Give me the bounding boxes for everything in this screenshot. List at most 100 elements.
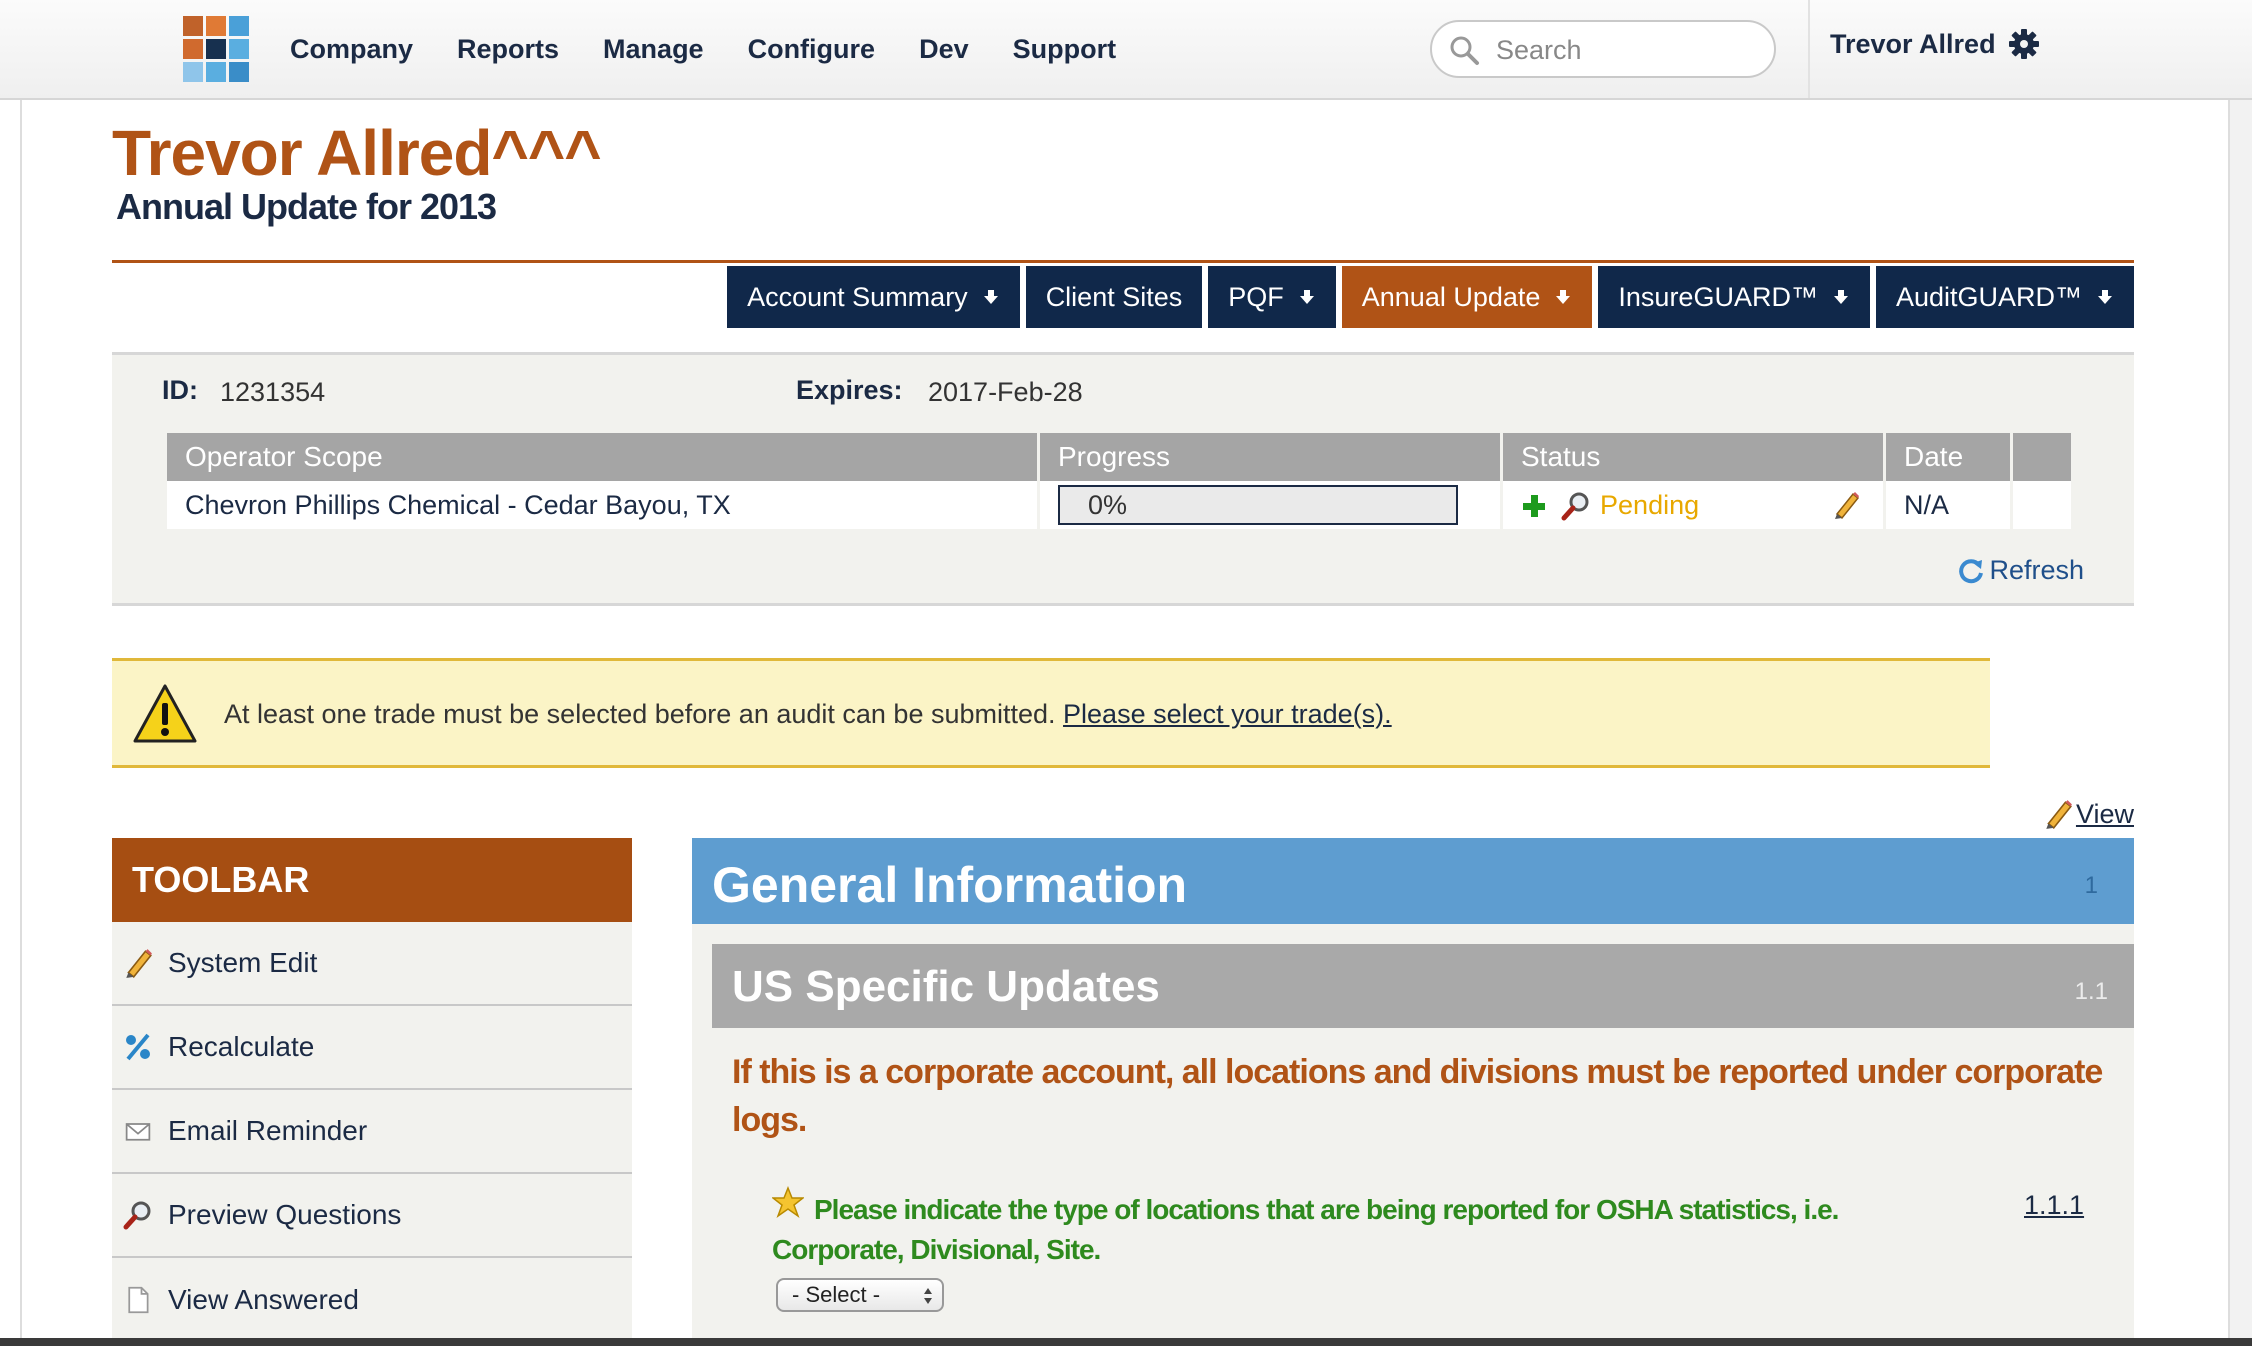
corporate-account-note: If this is a corporate account, all loca…	[732, 1053, 2103, 1139]
bottom-edge	[0, 1338, 2252, 1346]
gear-icon[interactable]	[2008, 28, 2040, 60]
nav-dev[interactable]: Dev	[919, 34, 969, 65]
tab-label: Annual Update	[1361, 281, 1541, 312]
user-menu[interactable]: Trevor Allred	[1830, 28, 2040, 60]
nav-support[interactable]: Support	[1013, 34, 1116, 65]
question-text: Please indicate the type of locations th…	[772, 1194, 1839, 1265]
question-number-link[interactable]: 1.1.1	[2024, 1190, 2084, 1221]
user-name: Trevor Allred	[1830, 28, 1996, 59]
app-logo[interactable]	[183, 16, 249, 82]
toolbar-item-label: View Answered	[168, 1284, 359, 1315]
arrow-down-icon	[983, 290, 998, 304]
percent-icon	[126, 1033, 150, 1061]
select-trades-link[interactable]: Please select your trade(s).	[1063, 699, 1392, 729]
audit-tabs: Account Summary Client Sites PQF Annual …	[721, 266, 2134, 328]
progress-cell: 0%	[1040, 481, 1500, 529]
section-number: 1	[2084, 872, 2098, 899]
star-icon	[772, 1186, 804, 1218]
column-header-progress: Progress	[1040, 433, 1500, 481]
toolbar-item-label: Preview Questions	[168, 1199, 402, 1230]
toolbar-item-email-reminder[interactable]: Email Reminder	[112, 1090, 632, 1174]
progress-bar: 0%	[1058, 485, 1458, 525]
search-icon	[1450, 36, 1479, 65]
expires-label: Expires:	[796, 375, 903, 405]
tab-annual-update[interactable]: Annual Update	[1341, 266, 1593, 328]
subsection-header-us-specific-updates: US Specific Updates 1.1	[712, 944, 2134, 1028]
location-type-select[interactable]: - Select -	[776, 1278, 944, 1312]
warning-text: At least one trade must be selected befo…	[224, 699, 1056, 729]
tab-label: Account Summary	[747, 281, 968, 312]
page-title: Trevor Allred^^^	[112, 117, 602, 189]
document-icon	[128, 1286, 149, 1314]
tab-label: InsureGUARD™	[1618, 281, 1818, 312]
subsection-number: 1.1	[2074, 978, 2108, 1005]
status-cell: Pending	[1503, 481, 1883, 529]
warning-message: At least one trade must be selected befo…	[224, 699, 1392, 730]
toolbar-item-label: Recalculate	[168, 1031, 315, 1062]
nav-manage[interactable]: Manage	[603, 34, 704, 65]
column-header-status: Status	[1503, 433, 1883, 481]
warning-icon	[133, 684, 197, 743]
id-value: 1231354	[220, 377, 326, 407]
nav-configure[interactable]: Configure	[748, 34, 876, 65]
subsection-title: US Specific Updates	[732, 962, 1160, 1011]
updown-arrows-icon	[924, 1288, 932, 1304]
toolbar-item-label: System Edit	[168, 947, 318, 978]
column-header-date: Date	[1886, 433, 2010, 481]
view-label: View	[2075, 798, 2134, 829]
toolbar-item-system-edit[interactable]: System Edit	[112, 922, 632, 1006]
table-header-row: Operator Scope Progress Status Date	[167, 433, 2071, 481]
search-input[interactable]	[1494, 28, 1758, 72]
tab-account-summary[interactable]: Account Summary	[727, 266, 1020, 328]
plus-icon[interactable]	[1521, 493, 1547, 519]
section-title: General Information	[712, 857, 1188, 913]
id-label: ID:	[162, 375, 198, 405]
tab-label: PQF	[1228, 281, 1284, 312]
refresh-link[interactable]: Refresh	[1957, 555, 2084, 586]
select-value: - Select -	[792, 1282, 881, 1307]
arrow-down-icon	[1299, 290, 1314, 304]
toolbar-item-recalculate[interactable]: Recalculate	[112, 1006, 632, 1090]
refresh-icon	[1959, 558, 1984, 583]
nav-divider	[1808, 0, 1810, 98]
expires-value: 2017-Feb-28	[928, 377, 1083, 407]
pencil-icon	[2046, 800, 2072, 829]
status-pending[interactable]: Pending	[1600, 490, 1699, 520]
nav-company[interactable]: Company	[290, 34, 413, 65]
toolbar-panel: TOOLBAR System Edit Recalculate Email Re…	[112, 838, 632, 1342]
date-cell: N/A	[1886, 481, 2010, 529]
page-frame-left	[20, 100, 22, 1340]
tab-pqf[interactable]: PQF	[1208, 266, 1336, 328]
page-scrollbar[interactable]	[2228, 100, 2252, 1340]
toolbar-title: TOOLBAR	[112, 838, 632, 922]
tab-auditguard[interactable]: AuditGUARD™	[1875, 266, 2134, 328]
column-header-empty	[2013, 433, 2071, 481]
toolbar-item-label: Email Reminder	[168, 1115, 368, 1146]
arrow-down-icon	[1833, 290, 1848, 304]
pencil-icon	[126, 949, 152, 978]
top-navigation-bar: Company Reports Manage Configure Dev Sup…	[0, 0, 2252, 100]
nav-reports[interactable]: Reports	[457, 34, 559, 65]
column-header-operator-scope: Operator Scope	[167, 433, 1037, 481]
warning-banner: At least one trade must be selected befo…	[112, 658, 1990, 768]
magnifier-icon	[123, 1201, 151, 1230]
table-row: Chevron Phillips Chemical - Cedar Bayou,…	[167, 481, 2071, 529]
toolbar-item-preview-questions[interactable]: Preview Questions	[112, 1174, 632, 1258]
arrow-down-icon	[2098, 290, 2112, 304]
magnifier-icon[interactable]	[1561, 491, 1591, 521]
tab-label: Client Sites	[1045, 281, 1183, 312]
pencil-icon[interactable]	[1831, 490, 1861, 520]
empty-cell	[2013, 481, 2071, 529]
toolbar-item-view-answered[interactable]: View Answered	[112, 1258, 632, 1342]
search-box	[1430, 20, 1776, 78]
header-divider	[112, 260, 2134, 263]
arrow-down-icon	[1556, 290, 1571, 304]
operator-scope-cell: Chevron Phillips Chemical - Cedar Bayou,…	[167, 481, 1037, 529]
tab-insureguard[interactable]: InsureGUARD™	[1598, 266, 1870, 328]
envelope-icon	[125, 1123, 151, 1141]
view-link[interactable]: View	[2042, 798, 2134, 830]
tab-label: AuditGUARD™	[1895, 281, 2082, 312]
tab-client-sites[interactable]: Client Sites	[1025, 266, 1203, 328]
refresh-label: Refresh	[1989, 555, 2084, 585]
operator-scope-table: Operator Scope Progress Status Date Chev…	[164, 433, 2074, 529]
